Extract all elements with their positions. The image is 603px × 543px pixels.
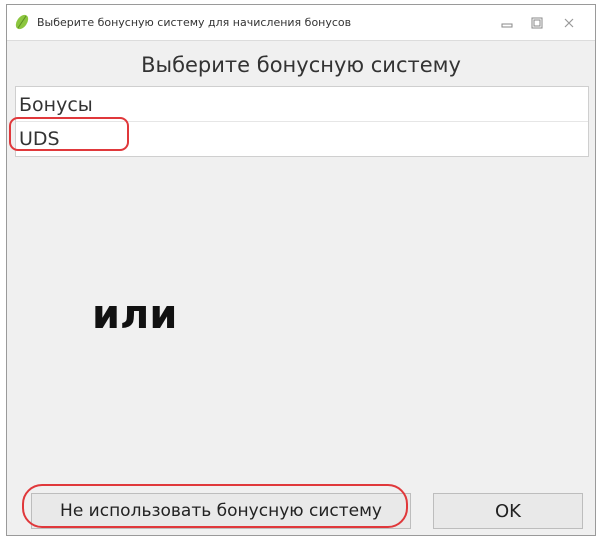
close-button[interactable] [558,13,580,33]
close-icon [564,18,574,28]
bonus-system-list: Бонусы UDS [15,86,589,157]
maximize-button[interactable] [526,13,548,33]
app-leaf-icon [15,14,29,30]
dialog-window: Выберите бонусную систему для начисления… [6,4,596,536]
ok-button[interactable]: OK [433,493,583,529]
no-bonus-system-button[interactable]: Не использовать бонусную систему [31,493,411,529]
title-bar[interactable]: Выберите бонусную систему для начисления… [7,5,595,41]
dialog-heading: Выберите бонусную систему [141,53,461,77]
or-annotation: или [92,292,178,338]
window-title: Выберите бонусную систему для начисления… [37,16,352,29]
maximize-icon [531,17,543,29]
list-item-uds[interactable]: UDS [16,122,588,156]
minimize-icon [501,23,513,28]
list-item-bonuses[interactable]: Бонусы [16,88,588,122]
minimize-button[interactable] [496,13,518,33]
